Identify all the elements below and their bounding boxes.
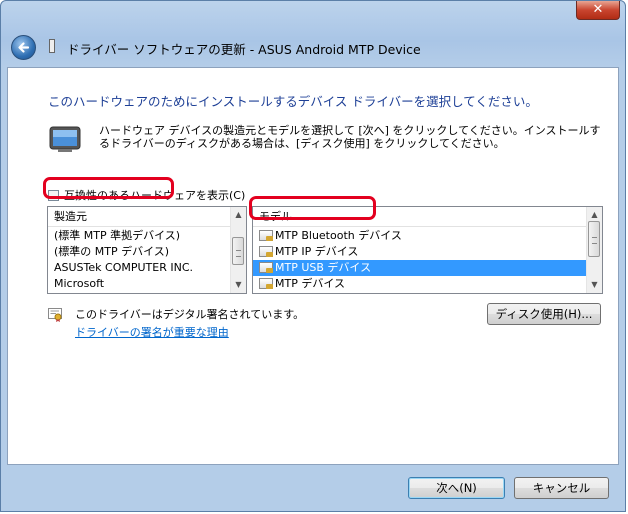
driver-icon [259, 278, 273, 289]
model-item[interactable]: MTP デバイス [253, 276, 586, 292]
model-item-label: MTP USB デバイス [275, 261, 372, 274]
signed-driver-icon [48, 308, 62, 322]
manufacturer-item[interactable]: Microsoft [48, 276, 230, 292]
model-item[interactable]: MTP IP デバイス [253, 244, 586, 260]
manufacturer-header: 製造元 [48, 207, 230, 227]
back-arrow-icon [18, 42, 30, 53]
driver-icon [259, 246, 273, 257]
manufacturer-items: (標準 MTP 準拠デバイス) (標準の MTP デバイス) ASUSTek C… [48, 228, 230, 292]
close-icon: ✕ [592, 2, 604, 17]
driver-icon [259, 230, 273, 241]
title-bar: ✕ ドライバー ソフトウェアの更新 - ASUS Android MTP Dev… [1, 1, 625, 65]
driver-update-window: ✕ ドライバー ソフトウェアの更新 - ASUS Android MTP Dev… [0, 0, 626, 512]
show-compatible-label: 互換性のあるハードウェアを表示(C) [64, 189, 246, 202]
show-compatible-option[interactable]: 互換性のあるハードウェアを表示(C) [48, 188, 245, 202]
device-icon [49, 126, 81, 152]
model-item-selected[interactable]: MTP USB デバイス [253, 260, 586, 276]
close-button[interactable]: ✕ [576, 1, 620, 20]
model-scrollbar[interactable]: ▲ ▼ [586, 207, 602, 293]
model-items: MTP Bluetooth デバイス MTP IP デバイス MTP USB デ… [253, 228, 586, 292]
driver-icon [259, 262, 273, 273]
scroll-down-icon[interactable]: ▼ [587, 277, 602, 293]
have-disk-button[interactable]: ディスク使用(H)... [487, 303, 601, 325]
wizard-content: このハードウェアのためにインストールするデバイス ドライバーを選択してください。… [7, 67, 619, 465]
scroll-up-icon[interactable]: ▲ [231, 207, 246, 223]
manufacturer-scrollbar[interactable]: ▲ ▼ [230, 207, 246, 293]
back-button[interactable] [11, 35, 36, 60]
window-title: ドライバー ソフトウェアの更新 - ASUS Android MTP Devic… [67, 42, 421, 57]
model-listbox[interactable]: モデル MTP Bluetooth デバイス MTP IP デバイス MTP U… [252, 206, 603, 294]
model-item-label: MTP デバイス [275, 277, 346, 290]
cancel-button[interactable]: キャンセル [514, 477, 609, 499]
signature-info-link[interactable]: ドライバーの署名が重要な理由 [75, 324, 229, 340]
manufacturer-item[interactable]: (標準の MTP デバイス) [48, 244, 230, 260]
scroll-down-icon[interactable]: ▼ [231, 277, 246, 293]
manufacturer-item[interactable]: ASUSTek COMPUTER INC. [48, 260, 230, 276]
model-item[interactable]: MTP Bluetooth デバイス [253, 228, 586, 244]
show-compatible-checkbox[interactable] [48, 189, 59, 201]
scroll-thumb[interactable] [588, 221, 600, 257]
scroll-thumb[interactable] [232, 237, 244, 265]
manufacturer-listbox[interactable]: 製造元 (標準 MTP 準拠デバイス) (標準の MTP デバイス) ASUST… [47, 206, 247, 294]
signature-status: このドライバーはデジタル署名されています。 [75, 308, 305, 321]
model-header: モデル [253, 207, 586, 227]
page-heading: このハードウェアのためにインストールするデバイス ドライバーを選択してください。 [48, 94, 538, 109]
next-button[interactable]: 次へ(N) [408, 477, 505, 499]
manufacturer-item[interactable]: (標準 MTP 準拠デバイス) [48, 228, 230, 244]
instruction-text: ハードウェア デバイスの製造元とモデルを選択して [次へ] をクリックしてくださ… [99, 124, 601, 150]
usb-device-icon [49, 39, 55, 53]
model-item-label: MTP Bluetooth デバイス [275, 229, 402, 242]
model-item-label: MTP IP デバイス [275, 245, 359, 258]
